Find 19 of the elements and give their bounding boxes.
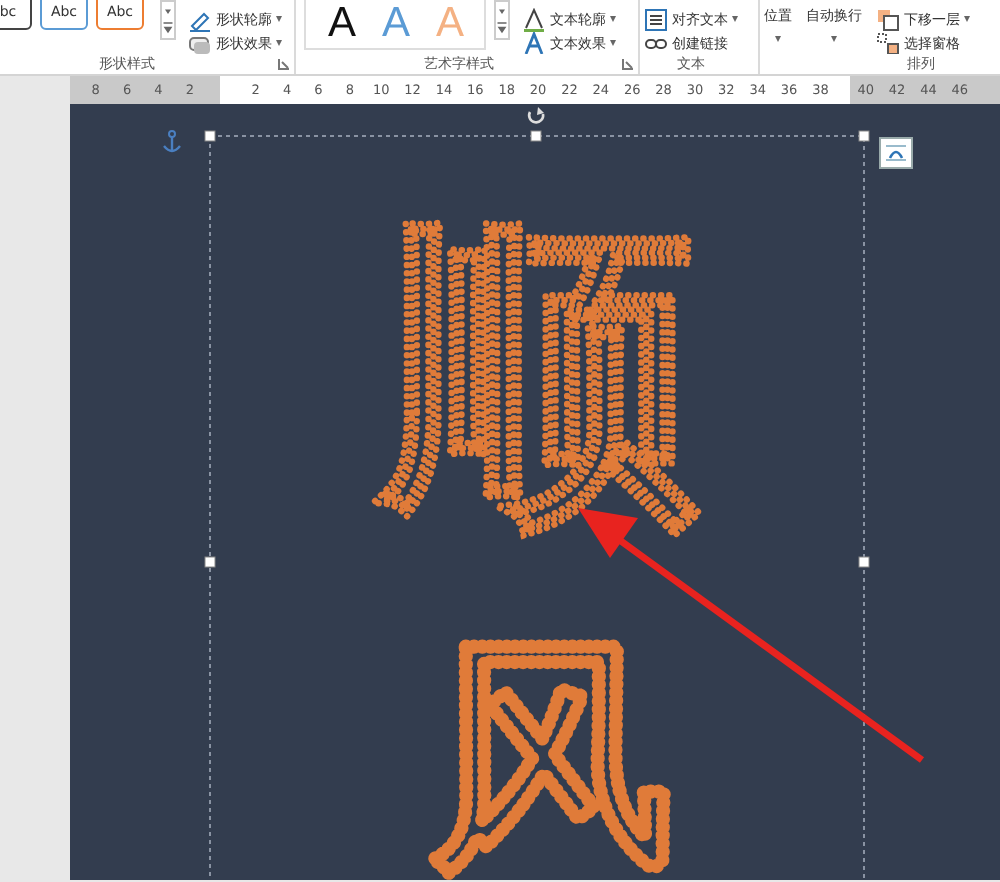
rotate-handle[interactable] (527, 107, 545, 124)
send-backward-icon (876, 8, 900, 32)
dotted-character: 顺 (372, 186, 700, 560)
resize-handle[interactable] (204, 130, 216, 142)
text-effect-icon (522, 32, 546, 54)
shape-effect-icon (188, 32, 212, 54)
wordart-style[interactable]: A (322, 0, 362, 48)
anchor-icon (162, 130, 182, 154)
resize-handle[interactable] (858, 130, 870, 142)
resize-handle[interactable] (858, 556, 870, 568)
resize-handle[interactable] (204, 556, 216, 568)
selection-pane-icon (876, 32, 900, 54)
align-text-icon (644, 8, 668, 32)
text-outline-icon (522, 8, 546, 32)
pen-icon (188, 8, 212, 32)
dialog-launcher-icon[interactable] (278, 58, 290, 70)
resize-handle[interactable] (530, 130, 542, 142)
layout-options-icon[interactable] (879, 137, 913, 169)
dialog-launcher-icon[interactable] (622, 58, 634, 70)
